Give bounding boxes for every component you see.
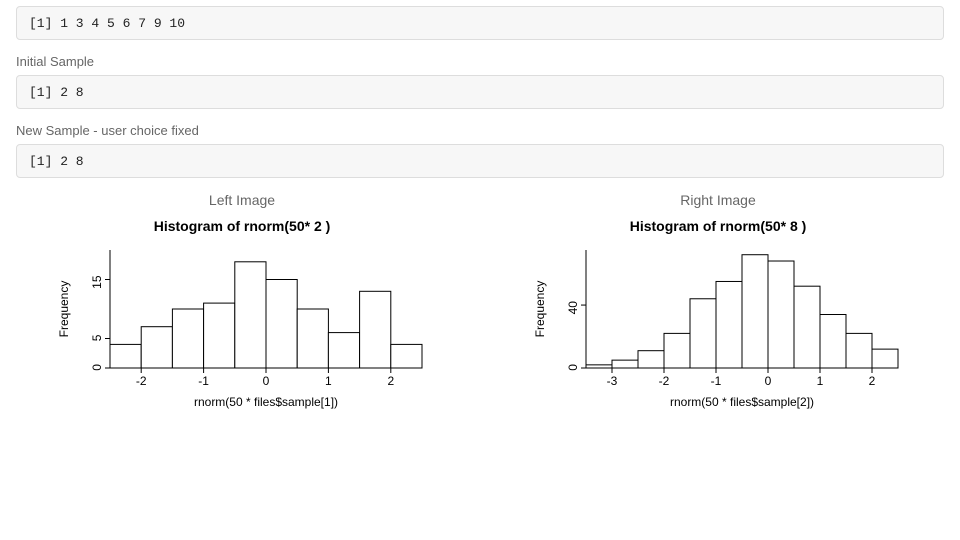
- histogram-bar: [716, 281, 742, 368]
- x-tick-label: -2: [136, 374, 147, 388]
- histogram-bar: [110, 344, 141, 368]
- x-axis-label: rnorm(50 * files$sample[2]): [670, 395, 814, 409]
- left-chart-wrap: -2 -1 0 1 2 0 5 15 rnorm(50 * files$sample[1]) Fr…: [16, 244, 468, 449]
- x-tick-label: 2: [869, 374, 876, 388]
- histogram-bar: [846, 333, 872, 368]
- histogram-bar: [391, 344, 422, 368]
- right-chart-wrap: -3 -2 -1 0 1 2 0 40 rnorm(50 * files$sample[2]) F…: [492, 244, 944, 449]
- right-panel-title: Right Image: [492, 192, 944, 208]
- left-histogram: -2 -1 0 1 2 0 5 15 rnorm(50 * files$sample[1]) Fr…: [52, 244, 432, 414]
- x-tick-label: -1: [198, 374, 209, 388]
- histogram-bar: [328, 333, 359, 368]
- x-tick-label: -3: [607, 374, 618, 388]
- histogram-bar: [794, 286, 820, 368]
- histogram-bar: [664, 333, 690, 368]
- initial-sample-output: [1] 2 8: [29, 85, 84, 100]
- new-sample-output: [1] 2 8: [29, 154, 84, 169]
- histogram-bar: [820, 315, 846, 368]
- left-panel-title: Left Image: [16, 192, 468, 208]
- histogram-bar: [638, 351, 664, 368]
- new-sample-well: [1] 2 8: [16, 144, 944, 178]
- histogram-bar: [360, 291, 391, 368]
- histogram-bar: [204, 303, 235, 368]
- x-tick-label: 0: [263, 374, 270, 388]
- y-tick-label: 0: [90, 364, 104, 371]
- left-panel: Left Image Histogram of rnorm(50* 2 ) -2…: [16, 192, 468, 449]
- right-panel: Right Image Histogram of rnorm(50* 8 ) -…: [492, 192, 944, 449]
- right-chart-title: Histogram of rnorm(50* 8 ): [492, 218, 944, 234]
- new-sample-label: New Sample - user choice fixed: [16, 123, 944, 138]
- y-axis-label: Frequency: [533, 281, 547, 338]
- x-axis-label: rnorm(50 * files$sample[1]): [194, 395, 338, 409]
- initial-sample-label: Initial Sample: [16, 54, 944, 69]
- x-tick-label: 2: [387, 374, 394, 388]
- y-axis-label: Frequency: [57, 281, 71, 338]
- histogram-bar: [297, 309, 328, 368]
- histogram-bar: [266, 280, 297, 369]
- vector-output-well: [1] 1 3 4 5 6 7 9 10: [16, 6, 944, 40]
- left-chart-title: Histogram of rnorm(50* 2 ): [16, 218, 468, 234]
- histogram-bar: [141, 327, 172, 368]
- histogram-bar: [612, 360, 638, 368]
- x-tick-label: -1: [711, 374, 722, 388]
- x-tick-label: 1: [325, 374, 332, 388]
- y-tick-label: 40: [566, 301, 580, 315]
- y-tick-label: 15: [90, 275, 104, 289]
- histogram-bar: [872, 349, 898, 368]
- histogram-bar: [690, 299, 716, 368]
- right-histogram: -3 -2 -1 0 1 2 0 40 rnorm(50 * files$sample[2]) F…: [528, 244, 908, 414]
- initial-sample-well: [1] 2 8: [16, 75, 944, 109]
- histogram-bar: [172, 309, 203, 368]
- x-tick-label: -2: [659, 374, 670, 388]
- histogram-bar: [235, 262, 266, 368]
- x-tick-label: 1: [817, 374, 824, 388]
- x-tick-label: 0: [765, 374, 772, 388]
- page-root: [1] 1 3 4 5 6 7 9 10 Initial Sample [1] …: [0, 6, 960, 473]
- y-tick-label: 0: [566, 364, 580, 371]
- histogram-bar: [768, 261, 794, 368]
- chart-row: Left Image Histogram of rnorm(50* 2 ) -2…: [16, 192, 944, 449]
- y-tick-label: 5: [90, 334, 104, 341]
- vector-output-text: [1] 1 3 4 5 6 7 9 10: [29, 16, 185, 31]
- histogram-bar: [742, 255, 768, 368]
